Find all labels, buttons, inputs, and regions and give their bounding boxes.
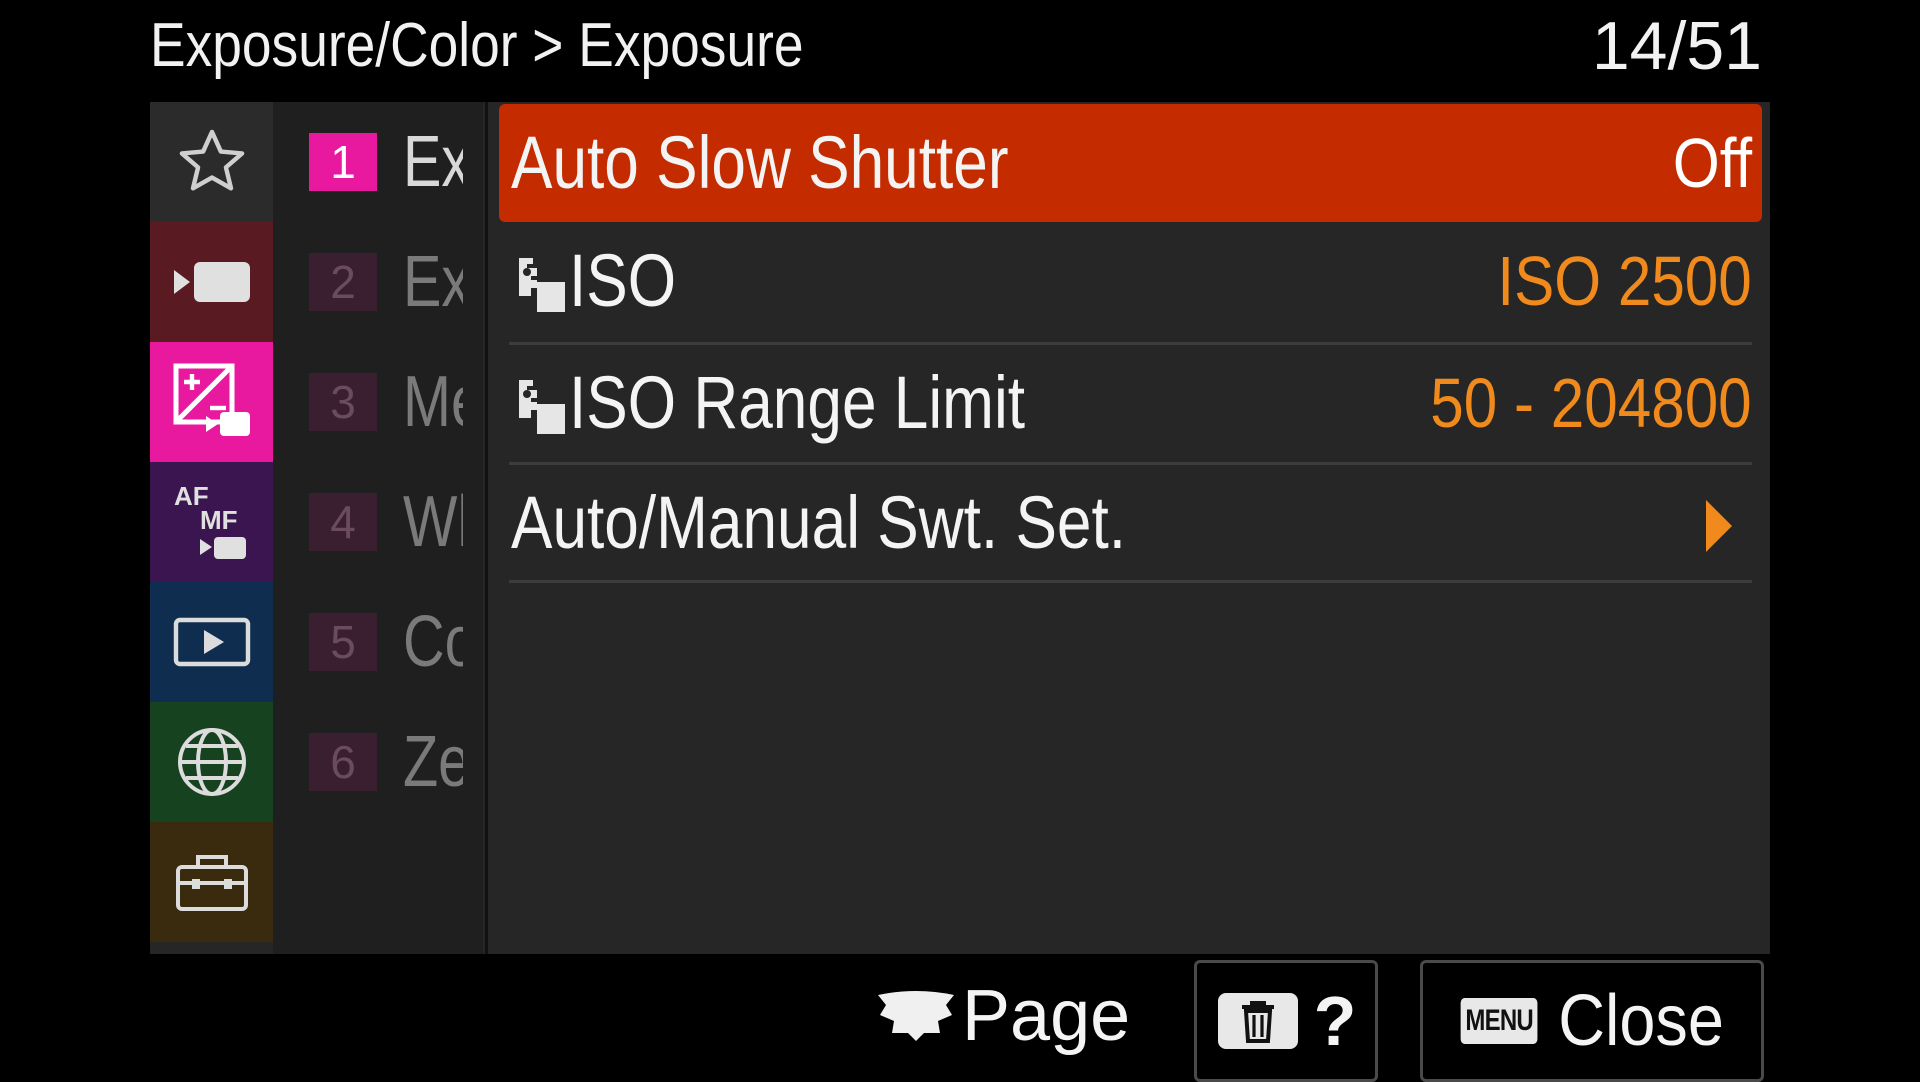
menu-item-label: Auto/Manual Swt. Set. — [511, 481, 1127, 564]
subcategory-item[interactable]: 1 Exposure — [273, 102, 483, 222]
category-star[interactable] — [150, 102, 273, 222]
subcategory-item[interactable]: 4 White Balance — [273, 462, 483, 582]
menu-item-label: ISO Range Limit — [569, 361, 1026, 444]
help-label: ? — [1313, 982, 1357, 1060]
subcategory-label: Exposure — [403, 122, 463, 202]
photo-mode-icon — [519, 258, 565, 312]
page-hint: Page — [876, 966, 1130, 1066]
close-label: Close — [1558, 981, 1724, 1061]
menu-item-label: Auto Slow Shutter — [511, 121, 1009, 204]
footer-bar: Page ? MENU Close — [0, 958, 1920, 1082]
trash-icon — [1217, 993, 1298, 1049]
menu-item-value: ISO 2500 — [1497, 242, 1752, 320]
movie-camera-icon — [173, 262, 250, 302]
category-playback[interactable] — [150, 582, 273, 702]
subcategory-item[interactable]: 3 Metering — [273, 342, 483, 462]
menu-item-iso-range-limit[interactable]: ISO Range Limit 50 - 204800 — [499, 344, 1762, 462]
close-button[interactable]: MENU Close — [1420, 960, 1764, 1082]
control-wheel-icon — [878, 991, 954, 1041]
page-counter: 14/51 — [1591, 8, 1762, 84]
category-setup[interactable] — [150, 822, 273, 942]
category-network[interactable] — [150, 702, 273, 822]
category-focus[interactable]: AF MF — [150, 462, 273, 582]
menu-item-value: Off — [1672, 124, 1752, 202]
category-column: AF MF — [150, 102, 273, 954]
chevron-right-icon — [1706, 500, 1732, 552]
subcategory-column: 1 Exposure 2 Exposure Comp. 3 Metering 4… — [273, 102, 483, 954]
menu-item-auto-slow-shutter[interactable]: Auto Slow Shutter Off — [499, 104, 1762, 222]
subcategory-label: Zebra Display — [403, 722, 463, 802]
playback-icon — [173, 617, 250, 667]
globe-icon — [177, 728, 246, 796]
menu-item-iso[interactable]: ISO ISO 2500 — [499, 222, 1762, 340]
menu-item-auto-manual-switch-set[interactable]: Auto/Manual Swt. Set. — [499, 464, 1762, 582]
subcategory-number: 6 — [309, 733, 377, 791]
subcategory-label: White Balance — [403, 482, 463, 562]
toolbox-icon — [175, 855, 248, 911]
subcategory-number: 1 — [309, 133, 377, 191]
menu-frame: AF MF 1 E 2 E 3 M 4 W 5 C 6 Z Auto Slow … — [150, 102, 1770, 954]
subcategory-number: 2 — [309, 253, 377, 311]
subcategory-label: Color/Tone — [403, 602, 463, 682]
row-separator — [509, 580, 1752, 583]
subcategory-label: Exposure Comp. — [403, 242, 463, 322]
page-label: Page — [962, 976, 1131, 1056]
column-divider — [485, 102, 488, 954]
subcategory-label: Metering — [403, 362, 463, 442]
subcategory-number: 4 — [309, 493, 377, 551]
menu-button-icon: MENU — [1460, 998, 1538, 1044]
svg-text:MF: MF — [200, 505, 238, 535]
category-exposure-color[interactable] — [150, 342, 273, 462]
delete-help-button[interactable]: ? — [1194, 960, 1378, 1082]
menu-item-label: ISO — [569, 239, 677, 322]
menu-item-value: 50 - 204800 — [1430, 364, 1752, 442]
exposure-compensation-icon — [173, 363, 250, 436]
subcategory-number: 5 — [309, 613, 377, 671]
menu-item-list: Auto Slow Shutter Off ISO ISO 2500 ISO R… — [499, 102, 1762, 954]
subcategory-item[interactable]: 5 Color/Tone — [273, 582, 483, 702]
star-icon — [179, 129, 244, 191]
header-breadcrumb: Exposure/Color > Exposure — [150, 11, 804, 80]
subcategory-number: 3 — [309, 373, 377, 431]
af-mf-icon: AF MF — [174, 481, 246, 559]
photo-mode-icon — [519, 380, 565, 434]
subcategory-item[interactable]: 2 Exposure Comp. — [273, 222, 483, 342]
category-shooting[interactable] — [150, 222, 273, 342]
subcategory-item[interactable]: 6 Zebra Display — [273, 702, 483, 822]
